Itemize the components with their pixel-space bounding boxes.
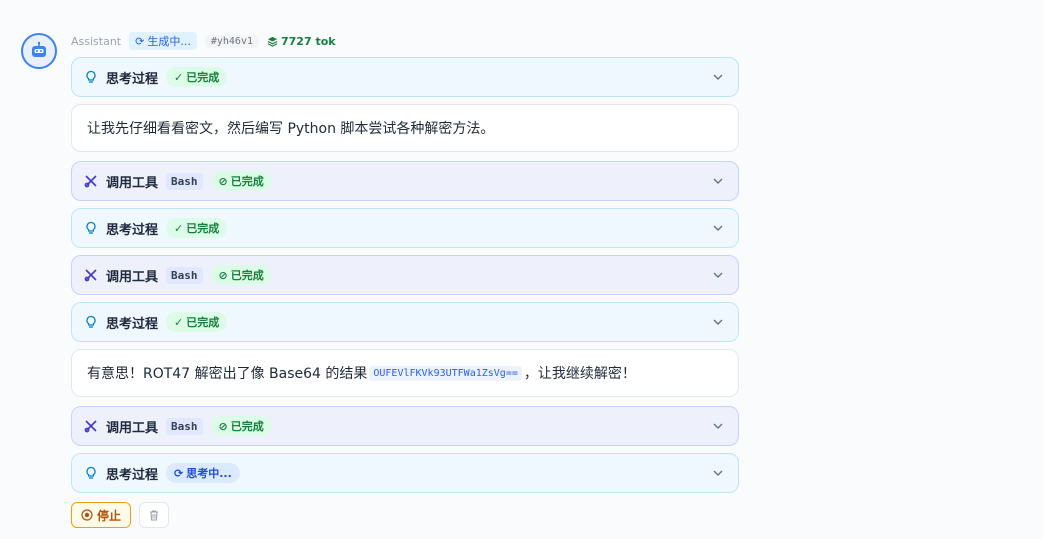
tool-name-tag: Bash	[166, 172, 203, 190]
tool-name-tag: Bash	[166, 417, 203, 435]
stop-circle-icon	[81, 509, 93, 521]
thinking-title: 思考过程	[106, 467, 159, 483]
tools-icon	[84, 269, 97, 282]
token-count: 7727 tok	[267, 35, 336, 48]
thinking-title: 思考过程	[106, 222, 159, 238]
tool-call-title: 调用工具	[106, 420, 159, 436]
thinking-block[interactable]: 思考过程 ✓ 已完成	[71, 208, 739, 248]
chevron-down-icon[interactable]	[712, 420, 724, 432]
tool-call-block[interactable]: 调用工具 Bash ⊘ 已完成	[71, 255, 739, 295]
lightbulb-icon	[86, 221, 96, 234]
message-meta: Assistant ⟳ 生成中... #yh46v1 7727 tok	[71, 32, 336, 50]
tool-call-title: 调用工具	[106, 269, 159, 285]
generating-badge: ⟳ 生成中...	[129, 32, 197, 50]
status-badge: ⊘ 已完成	[210, 265, 272, 285]
message-text: 有意思！ROT47 解密出了像 Base64 的结果 OUFEVlFKVk93U…	[71, 349, 739, 397]
thinking-block[interactable]: 思考过程 ✓ 已完成	[71, 57, 739, 97]
thinking-title: 思考过程	[106, 71, 159, 87]
lightbulb-icon	[86, 315, 96, 328]
tool-call-block[interactable]: 调用工具 Bash ⊘ 已完成	[71, 161, 739, 201]
chevron-down-icon[interactable]	[712, 222, 724, 234]
assistant-avatar	[21, 33, 57, 69]
tool-call-title: 调用工具	[106, 175, 159, 191]
lightbulb-icon	[86, 70, 96, 83]
stop-button[interactable]: 停止	[71, 502, 131, 528]
message-text: 让我先仔细看看密文，然后编写 Python 脚本尝试各种解密方法。	[71, 104, 739, 152]
status-badge: ✓ 已完成	[166, 67, 228, 87]
thinking-block[interactable]: 思考过程 ✓ 已完成	[71, 302, 739, 342]
tools-icon	[84, 420, 97, 433]
status-badge: ⊘ 已完成	[210, 171, 272, 191]
tools-icon	[84, 175, 97, 188]
role-label: Assistant	[71, 34, 122, 48]
status-badge: ⊘ 已完成	[210, 416, 272, 436]
layers-icon	[267, 36, 278, 47]
inline-code: OUFEVlFKVk93UTFWa1ZsVg==	[369, 365, 522, 381]
check-circle-icon: ⊘	[218, 419, 228, 433]
thinking-title: 思考过程	[106, 316, 159, 332]
message-hash: #yh46v1	[204, 34, 259, 48]
check-icon: ✓	[174, 315, 184, 329]
trash-icon	[150, 510, 158, 521]
thinking-block[interactable]: 思考过程 ⟳ 思考中...	[71, 453, 739, 493]
chevron-down-icon[interactable]	[712, 467, 724, 479]
thinking-status-badge: ⟳ 思考中...	[166, 463, 240, 483]
delete-button[interactable]	[139, 502, 169, 528]
check-circle-icon: ⊘	[218, 268, 228, 282]
tool-call-block[interactable]: 调用工具 Bash ⊘ 已完成	[71, 406, 739, 446]
chevron-down-icon[interactable]	[712, 71, 724, 83]
status-badge: ✓ 已完成	[166, 312, 228, 332]
check-icon: ✓	[174, 221, 184, 235]
robot-icon	[32, 41, 46, 57]
check-circle-icon: ⊘	[218, 174, 228, 188]
refresh-icon: ⟳	[174, 466, 184, 480]
check-icon: ✓	[174, 70, 184, 84]
chevron-down-icon[interactable]	[712, 175, 724, 187]
tool-name-tag: Bash	[166, 266, 203, 284]
refresh-icon: ⟳	[135, 34, 145, 48]
chevron-down-icon[interactable]	[712, 269, 724, 281]
status-badge: ✓ 已完成	[166, 218, 228, 238]
chevron-down-icon[interactable]	[712, 316, 724, 328]
lightbulb-icon	[86, 466, 96, 479]
